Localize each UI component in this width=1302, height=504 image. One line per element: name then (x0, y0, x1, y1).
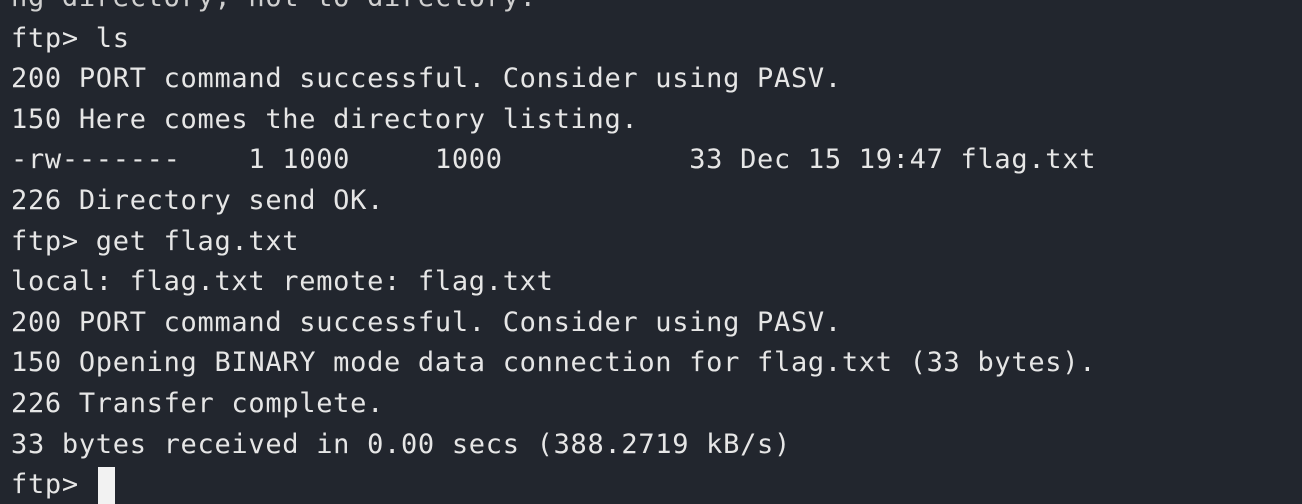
terminal-line: 33 bytes received in 0.00 secs (388.2719… (11, 428, 791, 460)
terminal-output: ng directory, not to directory. ftp> ls … (11, 0, 1096, 504)
terminal-prompt: ftp> (11, 469, 96, 501)
terminal-line: 226 Directory send OK. (11, 184, 385, 216)
terminal-window[interactable]: ng directory, not to directory. ftp> ls … (0, 0, 1302, 504)
terminal-line: ftp> ls (11, 22, 130, 54)
terminal-line: ftp> get flag.txt (11, 225, 300, 257)
terminal-line: 150 Here comes the directory listing. (11, 103, 639, 135)
terminal-line: 200 PORT command successful. Consider us… (11, 306, 842, 338)
terminal-input-line[interactable]: ftp> (11, 465, 1096, 504)
terminal-line: ng directory, not to directory. (11, 0, 1096, 19)
text-cursor (97, 466, 115, 504)
terminal-line: local: flag.txt remote: flag.txt (11, 266, 554, 298)
terminal-line: 200 PORT command successful. Consider us… (11, 63, 842, 95)
terminal-line: -rw------- 1 1000 1000 33 Dec 15 19:47 f… (11, 144, 1097, 176)
terminal-line: 226 Transfer complete. (11, 387, 385, 419)
terminal-line: 150 Opening BINARY mode data connection … (11, 347, 1097, 379)
